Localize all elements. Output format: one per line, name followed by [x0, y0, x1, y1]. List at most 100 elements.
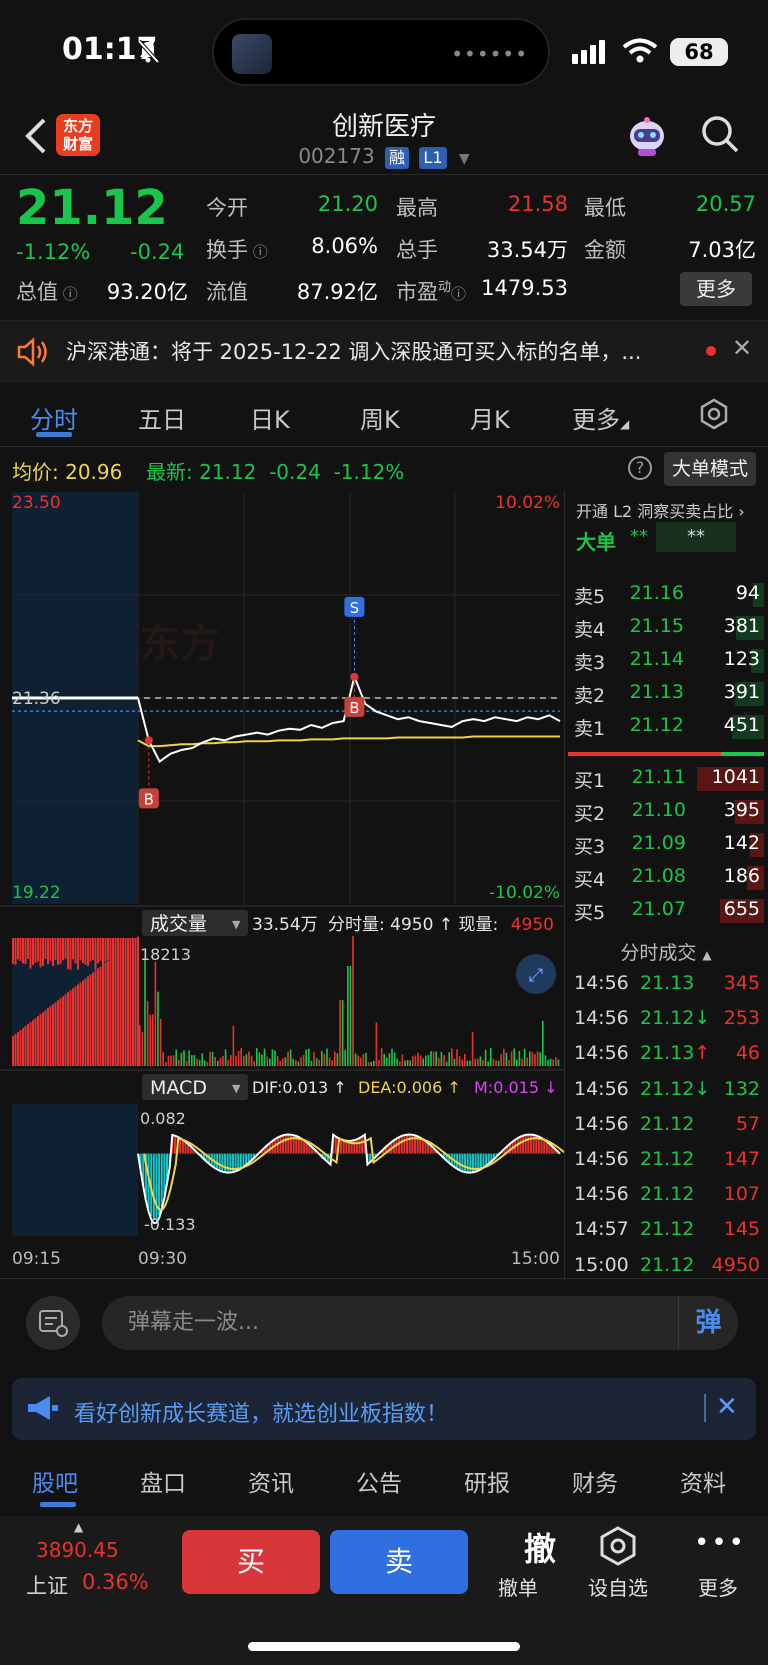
- close-icon[interactable]: ✕: [732, 334, 752, 362]
- sell-button[interactable]: 卖: [330, 1530, 468, 1594]
- tab-handicap[interactable]: 盘口: [140, 1464, 186, 1498]
- tab-news[interactable]: 资讯: [248, 1464, 294, 1498]
- intraday-chart[interactable]: 东方 BSB 23.50 19.22 10.02% -10.02% 21.36 …: [0, 490, 564, 1280]
- volume-bar: [510, 1051, 513, 1066]
- volume-bar: [57, 938, 59, 965]
- price-axis-bottom: 19.22: [12, 883, 61, 903]
- volume-bar: [487, 1061, 489, 1066]
- volume-bar: [32, 938, 34, 966]
- tab-forum[interactable]: 股吧: [32, 1464, 78, 1498]
- volume-bar: [508, 1060, 510, 1066]
- volume-bar: [191, 1055, 193, 1066]
- ask-level[interactable]: 卖1 21.12 451: [564, 712, 768, 742]
- level-price: 21.11: [631, 766, 686, 788]
- cancel-order-icon[interactable]: 撤: [500, 1524, 580, 1570]
- volume-bar: [266, 1056, 268, 1066]
- home-indicator: [248, 1642, 520, 1651]
- watermark: 东方: [140, 621, 220, 667]
- tab-daily-k[interactable]: 日K: [250, 400, 290, 435]
- volume-bar: [245, 1054, 248, 1066]
- danmu-input[interactable]: 弹幕走一波...: [102, 1296, 738, 1350]
- volume-bar: [341, 1000, 344, 1066]
- big-order-mode-button[interactable]: 大单模式: [664, 452, 756, 486]
- caret-down-icon: ▼: [458, 151, 470, 167]
- marker-label: B: [349, 699, 359, 717]
- tab-weekly-k[interactable]: 周K: [360, 400, 400, 435]
- ask-level[interactable]: 卖4 21.15 381: [564, 613, 768, 643]
- volume-bar: [54, 1002, 57, 1066]
- volume-bar: [185, 1060, 188, 1066]
- buy-button[interactable]: 买: [182, 1530, 320, 1594]
- trade-time: 14:56: [574, 1007, 629, 1030]
- danmu-toggle-button[interactable]: [26, 1296, 80, 1350]
- ask-level[interactable]: 卖5 21.16 94: [564, 580, 768, 610]
- tab-monthly-k[interactable]: 月K: [470, 400, 510, 435]
- marker-dot: [144, 736, 153, 745]
- trade-price: 21.12↓: [640, 1007, 711, 1030]
- l2-upgrade-link[interactable]: 开通 L2 洞察买卖占比 ›: [576, 498, 745, 522]
- volume-bar: [152, 1014, 154, 1066]
- trade-price: 21.12: [640, 1112, 695, 1135]
- volume-bar: [396, 1058, 398, 1066]
- volume-bar: [271, 1049, 274, 1066]
- tab-more[interactable]: 更多◢: [572, 400, 629, 435]
- macd-bottom-label: -0.133: [144, 1215, 196, 1234]
- tab-research[interactable]: 研报: [464, 1464, 510, 1498]
- more-button[interactable]: 更多: [678, 1572, 758, 1601]
- tab-five-day[interactable]: 五日: [138, 400, 186, 435]
- ask-level[interactable]: 卖2 21.13 391: [564, 679, 768, 709]
- tab-profile[interactable]: 资料: [680, 1464, 726, 1498]
- volume-bar: [495, 1060, 497, 1066]
- level-volume: 142: [723, 832, 760, 854]
- volume-bar: [117, 952, 119, 1066]
- x-tick-open: 09:30: [138, 1249, 187, 1269]
- bid-level[interactable]: 买3 21.09 142: [564, 830, 768, 860]
- add-watchlist-button[interactable]: 设自选: [578, 1572, 658, 1601]
- volume-bar: [380, 1048, 383, 1066]
- bid-level[interactable]: 买2 21.10 395: [564, 797, 768, 827]
- amount-value: 7.03亿: [688, 238, 756, 262]
- ask-level[interactable]: 卖3 21.14 123: [564, 646, 768, 676]
- promo-text[interactable]: 看好创新成长赛道，就选创业板指数！: [74, 1396, 448, 1428]
- help-icon[interactable]: ?: [628, 456, 652, 480]
- trade-row: 14:56 21.13 345: [564, 972, 768, 1002]
- expand-icon: ⤢: [529, 965, 544, 986]
- more-dots-icon[interactable]: •••: [680, 1528, 760, 1558]
- volume-bar: [82, 938, 84, 964]
- caret-down-icon: ▼: [232, 918, 241, 931]
- level-price: 21.12: [629, 714, 684, 736]
- bid-level[interactable]: 买4 21.08 186: [564, 863, 768, 893]
- volume-bar: [47, 938, 49, 964]
- ticks-title[interactable]: 分时成交 ▲: [564, 938, 768, 965]
- tab-financials[interactable]: 财务: [572, 1464, 618, 1498]
- tab-intraday[interactable]: 分时: [30, 400, 78, 435]
- bid-level[interactable]: 买1 21.11 1041: [564, 764, 768, 794]
- tab-announcements[interactable]: 公告: [356, 1464, 402, 1498]
- volume-bar: [72, 938, 74, 960]
- x-tick-close: 15:00: [511, 1249, 560, 1269]
- index-value[interactable]: 3890.45: [36, 1538, 119, 1562]
- trade-time: 14:56: [574, 1148, 629, 1170]
- volume-bar: [362, 1054, 365, 1066]
- volume-bar: [419, 1055, 422, 1066]
- level-price: 21.13: [629, 681, 684, 703]
- gear-icon[interactable]: [698, 398, 730, 430]
- search-icon[interactable]: [700, 114, 740, 154]
- volume-bar: [37, 1016, 39, 1066]
- cancel-order-button[interactable]: 撤单: [478, 1572, 558, 1601]
- more-quote-button[interactable]: 更多: [680, 272, 752, 306]
- volume-bar: [149, 1014, 151, 1066]
- index-name[interactable]: 上证: [26, 1570, 68, 1600]
- close-icon[interactable]: ✕: [716, 1392, 738, 1422]
- news-text[interactable]: 沪深港通：将于 2025-12-22 调入深股通可买入标的名单，...: [66, 336, 686, 366]
- volume-bar: [555, 1057, 557, 1066]
- danmu-send-button[interactable]: 弹: [678, 1296, 738, 1350]
- volume-bar: [209, 1051, 211, 1066]
- add-watchlist-icon[interactable]: [598, 1526, 638, 1566]
- bid-level[interactable]: 买5 21.07 655: [564, 896, 768, 926]
- robot-assistant-icon[interactable]: [624, 116, 670, 158]
- buy-sell-ratio-bar: [568, 752, 764, 756]
- level-label: 买2: [574, 803, 606, 825]
- dynamic-island: ••••••: [212, 18, 550, 86]
- volume-bar: [193, 1055, 196, 1066]
